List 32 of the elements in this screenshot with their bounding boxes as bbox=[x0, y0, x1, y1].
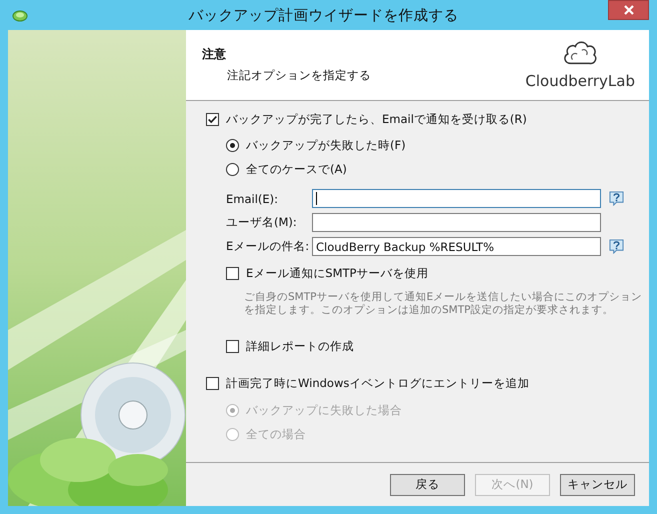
input-field[interactable]: CloudBerry Backup %RESULT% bbox=[312, 237, 601, 256]
input-field[interactable] bbox=[312, 189, 601, 208]
field-label: Email(E): bbox=[226, 192, 280, 206]
help-icon[interactable] bbox=[609, 191, 624, 206]
radio-button[interactable] bbox=[226, 139, 239, 152]
cloud-icon bbox=[12, 8, 28, 22]
radio-label: 全ての場合 bbox=[246, 427, 306, 442]
close-button[interactable] bbox=[608, 0, 649, 20]
checkbox-label: 計画完了時にWindowsイベントログにエントリーを追加 bbox=[226, 376, 530, 391]
window-title: バックアップ計画ウイザードを作成する bbox=[188, 6, 460, 24]
logo-text: CloudberryLab bbox=[525, 72, 635, 90]
checkbox[interactable] bbox=[206, 113, 219, 126]
field-label: ユーザ名(M): bbox=[226, 215, 298, 230]
checkbox[interactable] bbox=[226, 267, 239, 280]
radio-label: 全てのケースで(A) bbox=[246, 162, 347, 177]
checkbox-label: Eメール通知にSMTPサーバを使用 bbox=[246, 266, 428, 281]
close-icon bbox=[624, 5, 634, 15]
input-field[interactable] bbox=[312, 213, 601, 232]
checkbox[interactable] bbox=[206, 377, 219, 390]
radio-label: バックアップが失敗した時(F) bbox=[246, 138, 406, 153]
page-subtitle: 注記オプションを指定する bbox=[226, 68, 371, 83]
dialog-button[interactable]: 戻る bbox=[390, 474, 465, 496]
field-label: Eメールの件名: bbox=[226, 239, 310, 254]
checkbox-label: バックアップが完了したら、Emailで通知を受け取る(R) bbox=[226, 112, 527, 127]
help-icon[interactable] bbox=[609, 239, 624, 254]
radio-button[interactable] bbox=[226, 163, 239, 176]
radio-label: バックアップに失敗した場合 bbox=[246, 403, 402, 418]
checkbox-label: 詳細レポートの作成 bbox=[246, 339, 354, 354]
dialog-button[interactable]: キャンセル bbox=[560, 474, 635, 496]
checkbox[interactable] bbox=[226, 340, 239, 353]
smtp-description: ご自身のSMTPサーバを使用して通知Eメールを送信したい場合にこのオプションを指定します。このオプションは追加のSMTP設定の指定が要求されます。 bbox=[243, 290, 644, 317]
page-title: 注意 bbox=[202, 46, 227, 63]
